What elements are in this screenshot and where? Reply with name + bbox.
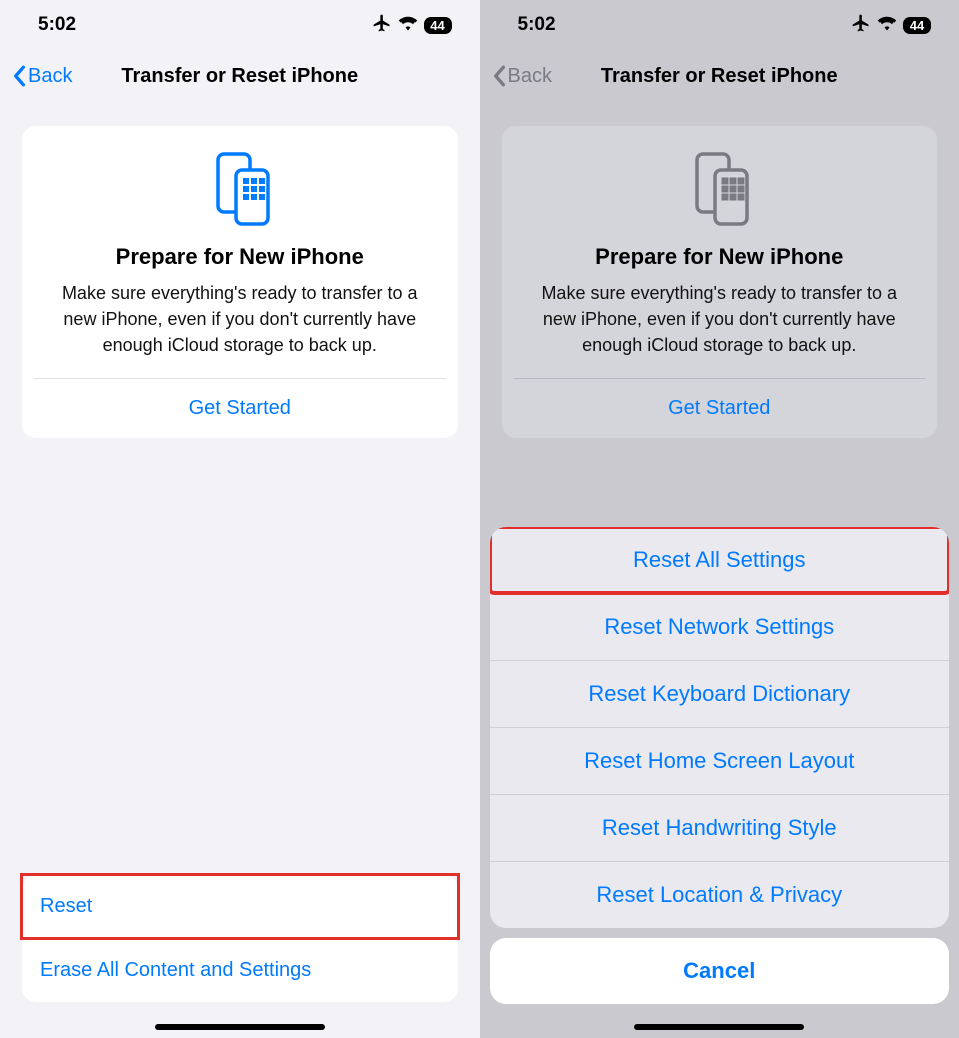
status-time: 5:02 xyxy=(38,14,76,36)
reset-all-settings-button[interactable]: Reset All Settings xyxy=(490,527,950,593)
chevron-left-icon xyxy=(12,65,26,87)
status-icons: 44 xyxy=(851,13,931,38)
airplane-icon xyxy=(372,13,392,38)
airplane-icon xyxy=(851,13,871,38)
reset-button[interactable]: Reset xyxy=(22,875,458,938)
prepare-card: Prepare for New iPhone Make sure everyth… xyxy=(502,126,938,438)
get-started-button: Get Started xyxy=(502,379,938,438)
nav-bar: Back Transfer or Reset iPhone xyxy=(480,50,959,102)
reset-location-privacy-button[interactable]: Reset Location & Privacy xyxy=(490,861,950,928)
bottom-options: Reset Erase All Content and Settings xyxy=(22,875,458,1002)
screen-right: 5:02 44 Back Transfer or Reset iPhone xyxy=(480,0,959,1038)
home-indicator[interactable] xyxy=(634,1024,804,1030)
reset-home-screen-layout-button[interactable]: Reset Home Screen Layout xyxy=(490,727,950,794)
prepare-card: Prepare for New iPhone Make sure everyth… xyxy=(22,126,458,438)
erase-button[interactable]: Erase All Content and Settings xyxy=(22,938,458,1002)
chevron-left-icon xyxy=(492,65,506,87)
status-bar: 5:02 44 xyxy=(480,0,959,50)
card-body: Make sure everything's ready to transfer… xyxy=(520,280,920,378)
cancel-button[interactable]: Cancel xyxy=(490,938,950,1004)
battery-icon: 44 xyxy=(903,17,931,34)
back-label: Back xyxy=(508,65,552,88)
wifi-icon xyxy=(877,15,897,36)
reset-handwriting-style-button[interactable]: Reset Handwriting Style xyxy=(490,794,950,861)
action-sheet: Reset All Settings Reset Network Setting… xyxy=(490,527,950,1004)
status-bar: 5:02 44 xyxy=(0,0,480,50)
status-icons: 44 xyxy=(372,13,452,38)
phones-icon xyxy=(200,148,280,228)
back-label: Back xyxy=(28,65,72,88)
screen-left: 5:02 44 Back Transfer or Reset iPhone xyxy=(0,0,480,1038)
card-title: Prepare for New iPhone xyxy=(520,244,920,270)
reset-network-settings-button[interactable]: Reset Network Settings xyxy=(490,593,950,660)
phones-icon xyxy=(679,148,759,228)
status-time: 5:02 xyxy=(518,14,556,36)
action-sheet-group: Reset All Settings Reset Network Setting… xyxy=(490,527,950,928)
wifi-icon xyxy=(398,15,418,36)
reset-keyboard-dictionary-button[interactable]: Reset Keyboard Dictionary xyxy=(490,660,950,727)
back-button[interactable]: Back xyxy=(12,65,72,88)
battery-icon: 44 xyxy=(424,17,452,34)
card-title: Prepare for New iPhone xyxy=(40,244,440,270)
nav-bar: Back Transfer or Reset iPhone xyxy=(0,50,480,102)
get-started-button[interactable]: Get Started xyxy=(22,379,458,438)
back-button: Back xyxy=(492,65,552,88)
card-body: Make sure everything's ready to transfer… xyxy=(40,280,440,378)
home-indicator[interactable] xyxy=(155,1024,325,1030)
